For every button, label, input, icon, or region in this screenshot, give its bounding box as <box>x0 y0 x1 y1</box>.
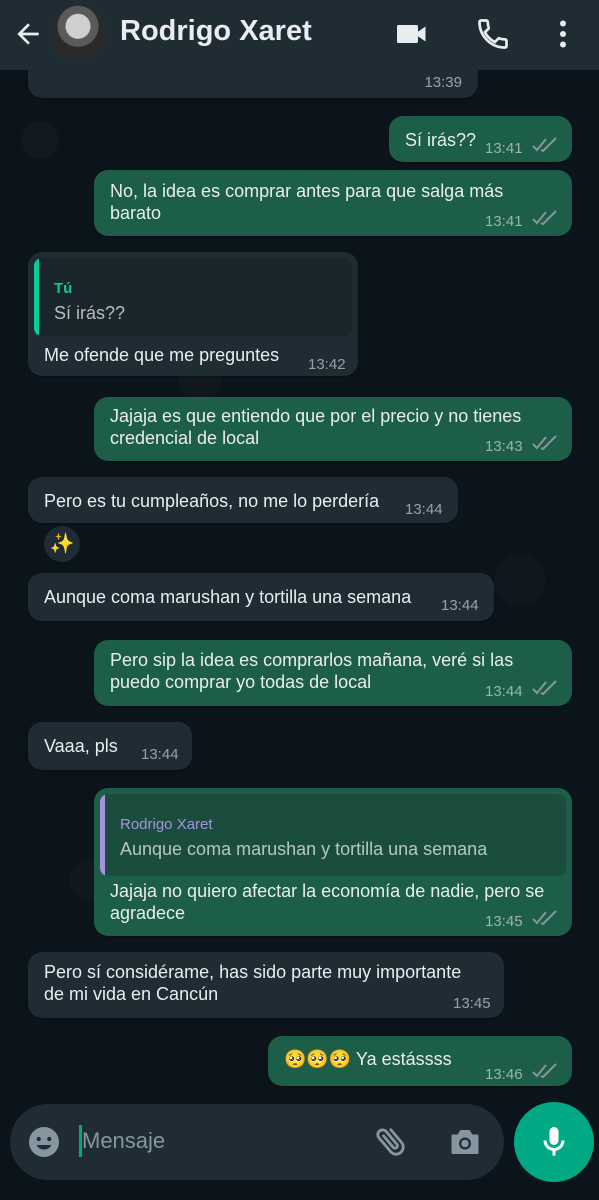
more-vert-icon[interactable] <box>545 16 581 52</box>
message-time: 13:41 <box>485 140 523 157</box>
read-ticks-icon <box>532 137 557 153</box>
message-outgoing[interactable]: 🥺🥺🥺 Ya estássss 13:46 <box>268 1036 572 1086</box>
message-text: Sí irás?? <box>405 130 477 150</box>
message-text-line: Pero sí considérame, has sido parte muy … <box>44 962 462 982</box>
message-time: 13:39 <box>424 74 462 91</box>
quote-author: Rodrigo Xaret <box>120 816 213 833</box>
message-incoming[interactable]: Aunque coma marushan y tortilla una sema… <box>28 573 494 621</box>
message-outgoing[interactable]: Rodrigo Xaret Aunque coma marushan y tor… <box>94 788 572 936</box>
read-ticks-icon <box>532 680 557 696</box>
message-time: 13:42 <box>308 356 346 373</box>
message-incoming[interactable]: Vaaa, pls 13:44 <box>28 722 192 770</box>
quote-text: Sí irás?? <box>54 303 126 323</box>
message-text-line: Pero sip la idea es comprarlos mañana, v… <box>110 650 514 670</box>
phone-icon[interactable] <box>475 16 511 52</box>
message-outgoing[interactable]: Sí irás?? 13:41 <box>389 116 572 162</box>
read-ticks-icon <box>532 910 557 926</box>
message-time: 13:43 <box>485 438 523 455</box>
quoted-message[interactable]: Rodrigo Xaret Aunque coma marushan y tor… <box>100 794 566 876</box>
message-text-line: barato <box>110 203 162 223</box>
read-ticks-icon <box>532 210 557 226</box>
message-text: 🥺🥺🥺 Ya estássss <box>284 1049 452 1069</box>
read-ticks-icon <box>532 435 557 451</box>
message-text: Pero es tu cumpleaños, no me lo perdería <box>44 491 380 511</box>
message-time: 13:44 <box>441 597 479 614</box>
message-text: Vaaa, pls <box>44 736 118 756</box>
message-text: Aunque coma marushan y tortilla una sema… <box>44 587 412 607</box>
contact-name[interactable]: Rodrigo Xaret <box>120 15 312 48</box>
quote-author: Tú <box>54 280 73 297</box>
camera-icon[interactable] <box>446 1124 484 1160</box>
message-time: 13:44 <box>485 683 523 700</box>
emoji-icon[interactable] <box>26 1124 62 1160</box>
message-text-line: Jajaja es que entiendo que por el precio… <box>110 406 522 426</box>
message-text-line: puedo comprar yo todas de local <box>110 672 372 692</box>
avatar[interactable] <box>50 5 106 61</box>
message-input[interactable]: Mensaje <box>82 1128 165 1154</box>
quoted-message[interactable]: Tú Sí irás?? <box>34 258 352 336</box>
quote-text: Aunque coma marushan y tortilla una sema… <box>120 839 488 859</box>
message-time: 13:45 <box>453 995 491 1012</box>
message-time: 13:44 <box>141 746 179 763</box>
paperclip-icon[interactable] <box>372 1122 410 1160</box>
voice-record-button[interactable] <box>514 1102 594 1182</box>
back-arrow-icon[interactable] <box>12 18 44 50</box>
read-ticks-icon <box>532 1063 557 1079</box>
message-time: 13:41 <box>485 213 523 230</box>
message-time: 13:44 <box>405 501 443 518</box>
message-text: Me ofende que me preguntes <box>44 345 280 365</box>
message-text-line: agradece <box>110 903 186 923</box>
message-text-line: credencial de local <box>110 428 260 448</box>
message-text-line: No, la idea es comprar antes para que sa… <box>110 181 504 201</box>
message-incoming[interactable]: Tú Sí irás?? Me ofende que me preguntes … <box>28 252 358 376</box>
message-text-line: de mi vida en Cancún <box>44 984 219 1004</box>
quote-bar <box>100 794 105 876</box>
chat-header: Rodrigo Xaret <box>0 0 599 70</box>
message-incoming[interactable]: Pero es tu cumpleaños, no me lo perdería… <box>28 477 458 523</box>
message-outgoing[interactable]: No, la idea es comprar antes para que sa… <box>94 170 572 236</box>
message-time: 13:45 <box>485 913 523 930</box>
reaction-sparkles[interactable]: ✨ <box>42 524 82 564</box>
message-text-line: Jajaja no quiero afectar la economía de … <box>110 881 545 901</box>
message-outgoing[interactable]: Jajaja es que entiendo que por el precio… <box>94 397 572 461</box>
microphone-icon <box>543 1127 565 1156</box>
video-call-icon[interactable] <box>394 16 430 52</box>
message-time: 13:46 <box>485 1066 523 1083</box>
quote-bar <box>34 258 39 336</box>
message-outgoing[interactable]: Pero sip la idea es comprarlos mañana, v… <box>94 640 572 706</box>
message-incoming[interactable]: Pero sí considérame, has sido parte muy … <box>28 952 504 1018</box>
